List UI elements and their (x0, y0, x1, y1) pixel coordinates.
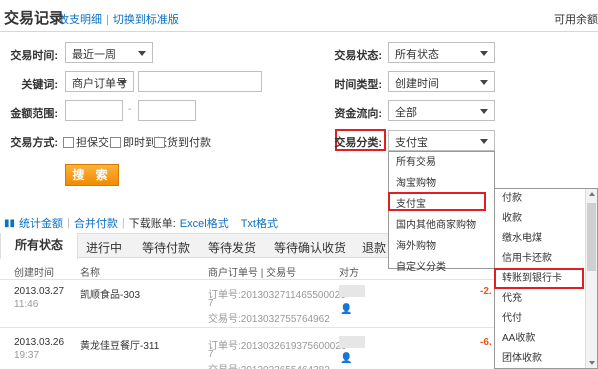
row1-time: 11:46 (14, 299, 39, 310)
row1-trade-no: 交易号:2013032755764962 (208, 314, 330, 325)
chevron-down-icon (480, 80, 488, 85)
method-cod-label: 货到付款 (167, 137, 211, 149)
tab-awaiting-receipt[interactable]: 等待确认收货 (274, 239, 346, 256)
scroll-down-icon[interactable] (589, 361, 595, 365)
subcategory-option-pay-on-behalf[interactable]: 代付 (495, 309, 597, 329)
trade-category-select[interactable]: 支付宝 (388, 130, 495, 151)
category-option-all[interactable]: 所有交易 (389, 152, 494, 173)
row1-name: 凯顺食品-303 (80, 290, 141, 301)
time-type-value: 创建时间 (395, 78, 439, 90)
user-icon[interactable]: 👤 (340, 304, 352, 315)
tab-refund[interactable]: 退款 (362, 239, 386, 256)
category-option-taobao[interactable]: 淘宝购物 (389, 173, 494, 194)
column-counterparty: 对方 (339, 268, 359, 279)
alipay-option-highlight (388, 192, 486, 211)
trade-category-value: 支付宝 (395, 137, 428, 149)
amount-range-label: 金额范围: (10, 108, 58, 120)
category-option-overseas[interactable]: 海外购物 (389, 236, 494, 257)
column-name: 名称 (80, 268, 100, 279)
row1-date: 2013.03.27 (14, 286, 65, 297)
row2-trade-no: 交易号:2013032655464383 (208, 361, 330, 369)
amount-max-input[interactable] (138, 100, 196, 121)
user-icon[interactable]: 👤 (340, 353, 352, 364)
tab-awaiting-shipment[interactable]: 等待发货 (208, 239, 256, 256)
checkbox-icon (63, 136, 74, 148)
row1-order-no-tail: 7 (208, 298, 214, 309)
subcategory-option-utilities[interactable]: 缴水电煤 (495, 229, 597, 249)
chevron-down-icon (138, 51, 146, 56)
merge-payment-link[interactable]: 合并付款 (74, 215, 118, 231)
page-title: 交易记录 (4, 10, 65, 27)
chevron-down-icon (480, 51, 488, 56)
scroll-up-icon[interactable] (589, 192, 595, 196)
income-detail-link[interactable]: 收支明细 (58, 14, 102, 26)
search-button[interactable]: 搜 索 (65, 164, 119, 186)
subcategory-option-credit-card[interactable]: 信用卡还款 (495, 249, 597, 269)
tab-in-progress[interactable]: 进行中 (86, 239, 122, 256)
checkbox-icon (154, 136, 165, 148)
tab-all-status[interactable]: 所有状态 (0, 233, 79, 259)
amount-range-dash: - (128, 104, 132, 115)
row1-amount: -2. (480, 286, 492, 297)
row2-amount: -6. (480, 337, 492, 348)
keyword-input[interactable] (138, 71, 262, 92)
header-divider (0, 31, 598, 32)
chevron-down-icon (480, 109, 488, 114)
column-order-trade-no: 商户订单号 | 交易号 (208, 268, 297, 279)
column-created-time: 创建时间 (14, 268, 54, 279)
header-links: 收支明细 | 切换到标准版 (58, 11, 179, 27)
trade-status-value: 所有状态 (395, 49, 439, 61)
trade-time-value: 最近一周 (72, 49, 116, 61)
chevron-down-icon (119, 80, 127, 85)
fund-flow-label: 资金流向: (334, 108, 382, 120)
stats-amount-link[interactable]: 统计金额 (19, 215, 63, 231)
method-cod-checkbox[interactable]: 货到付款 (154, 134, 211, 150)
row2-date: 2013.03.26 (14, 337, 65, 348)
scrollbar-thumb[interactable] (587, 203, 596, 271)
subcategory-option-aa[interactable]: AA收款 (495, 329, 597, 349)
row1-counterparty-blurred (339, 285, 365, 297)
row1-order-no: 订单号:2013032711465500026 (208, 290, 346, 301)
keyword-label: 关键词: (21, 79, 58, 91)
trade-method-label: 交易方式: (10, 137, 58, 149)
txt-format-link[interactable]: Txt格式 (241, 215, 278, 231)
excel-format-link[interactable]: Excel格式 (180, 215, 229, 231)
category-option-domestic[interactable]: 国内其他商家购物 (389, 215, 494, 236)
trade-status-label: 交易状态: (334, 50, 382, 62)
dropdown-scrollbar[interactable] (585, 189, 597, 368)
trade-time-select[interactable]: 最近一周 (65, 42, 153, 63)
toolbar-separator: | (67, 217, 70, 229)
keyword-type-select[interactable]: 商户订单号 (65, 71, 134, 92)
checkbox-icon (110, 136, 121, 148)
bar-chart-icon: ▮▮ (4, 217, 16, 229)
row2-time: 19:37 (14, 350, 40, 361)
row2-counterparty-blurred (339, 336, 365, 348)
row2-order-no: 订单号:2013032619375600026 (208, 341, 347, 352)
switch-standard-link[interactable]: 切换到标准版 (113, 14, 179, 26)
trade-status-select[interactable]: 所有状态 (388, 42, 495, 63)
trade-category-label: 交易分类: (334, 137, 382, 149)
chevron-down-icon (480, 139, 488, 144)
header-separator: | (106, 14, 109, 26)
subcategory-option-recharge[interactable]: 代充 (495, 289, 597, 309)
fund-flow-value: 全部 (395, 107, 417, 119)
category-option-custom[interactable]: 自定义分类 (389, 257, 494, 278)
download-bill-label: 下载账单: (128, 218, 176, 230)
time-type-select[interactable]: 创建时间 (388, 71, 495, 92)
fund-flow-select[interactable]: 全部 (388, 100, 495, 121)
tab-awaiting-payment[interactable]: 等待付款 (142, 239, 190, 256)
amount-min-input[interactable] (65, 100, 123, 121)
trade-time-label: 交易时间: (10, 50, 58, 62)
subcategory-option-pay[interactable]: 付款 (495, 189, 597, 209)
bank-transfer-option-highlight (494, 268, 584, 289)
available-balance-label: 可用余额 (554, 14, 598, 26)
subcategory-option-group[interactable]: 团体收款 (495, 349, 597, 369)
list-toolbar: ▮▮ 统计金额 | 合并付款 | 下载账单: Excel格式 Txt格式 (4, 215, 278, 231)
row2-order-no-tail: 7 (208, 349, 214, 360)
subcategory-option-receive[interactable]: 收款 (495, 209, 597, 229)
toolbar-separator: | (121, 217, 125, 229)
row2-name: 黄龙佳豆餐厅-311 (80, 341, 160, 352)
time-type-label: 时间类型: (334, 79, 382, 91)
